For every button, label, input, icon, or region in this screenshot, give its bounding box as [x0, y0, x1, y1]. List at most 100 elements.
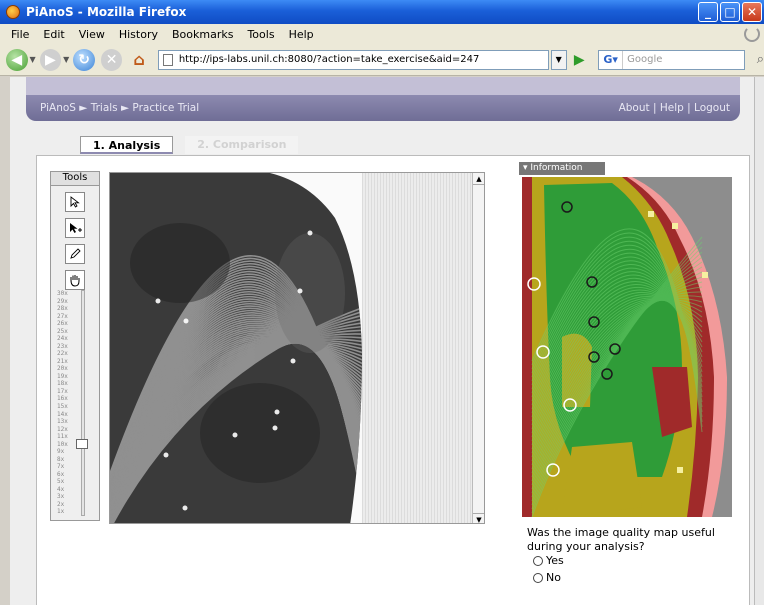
reload-button[interactable]: ↻ — [73, 48, 95, 71]
arrow-right-icon: ▶ — [45, 51, 56, 68]
menu-bookmarks[interactable]: Bookmarks — [165, 28, 240, 41]
zoom-level-label[interactable]: 2x — [57, 501, 64, 508]
zoom-level-label[interactable]: 5x — [57, 478, 64, 485]
zoom-level-label[interactable]: 30x — [57, 290, 68, 297]
radio-yes[interactable] — [533, 555, 543, 566]
zoom-level-label[interactable]: 18x — [57, 380, 68, 387]
scroll-up-icon[interactable]: ▲ — [473, 173, 484, 185]
zoom-level-label[interactable]: 26x — [57, 320, 68, 327]
option-yes[interactable]: Yes — [533, 554, 564, 567]
zoom-level-label[interactable]: 8x — [57, 456, 64, 463]
quality-map-question: Was the image quality map useful during … — [527, 526, 715, 553]
forward-history-dropdown[interactable]: ▼ — [63, 55, 69, 64]
zoom-level-label[interactable]: 19x — [57, 373, 68, 380]
hand-icon — [70, 275, 80, 287]
search-box[interactable]: G▾ Google — [598, 49, 745, 70]
breadcrumb: PiAnoS ► Trials ► Practice Trial — [40, 102, 199, 114]
breadcrumb-bar: PiAnoS ► Trials ► Practice Trial About |… — [26, 95, 740, 121]
zoom-level-label[interactable]: 11x — [57, 433, 68, 440]
zoom-level-label[interactable]: 16x — [57, 395, 68, 402]
zoom-level-label[interactable]: 27x — [57, 313, 68, 320]
home-button[interactable]: ⌂ — [128, 49, 150, 71]
radio-no[interactable] — [533, 572, 543, 583]
pencil-icon — [70, 248, 81, 259]
forward-button[interactable]: ▶ — [39, 48, 62, 71]
arrow-left-icon: ◀ — [11, 51, 23, 68]
page-scrollbar[interactable] — [754, 77, 764, 605]
option-yes-label: Yes — [546, 554, 564, 567]
home-icon: ⌂ — [133, 50, 145, 69]
zoom-level-label[interactable]: 17x — [57, 388, 68, 395]
information-tab-label: Information — [530, 163, 583, 173]
back-history-dropdown[interactable]: ▼ — [30, 55, 36, 64]
quality-map-image — [522, 177, 732, 517]
zoom-level-label[interactable]: 10x — [57, 441, 68, 448]
zoom-level-label[interactable]: 3x — [57, 493, 64, 500]
analysis-panel: Tools 30x 29x 28x 27x 26x 25x 24x 23x 22x 21x 20x 1… — [36, 155, 750, 605]
scroll-down-icon[interactable]: ▼ — [473, 513, 484, 523]
header-links: About | Help | Logout — [618, 102, 730, 114]
window-titlebar: PiAnoS - Mozilla Firefox _ □ ✕ — [0, 0, 764, 24]
menu-view[interactable]: View — [72, 28, 112, 41]
zoom-scale[interactable]: 30x 29x 28x 27x 26x 25x 24x 23x 22x 21x 20x 19x 18x 1… — [57, 290, 93, 516]
menu-help[interactable]: Help — [282, 28, 321, 41]
zoom-level-label[interactable]: 13x — [57, 418, 68, 425]
menu-bar: File Edit View History Bookmarks Tools H… — [0, 24, 764, 44]
tab-comparison[interactable]: 2. Comparison — [185, 136, 299, 154]
zoom-level-label[interactable]: 9x — [57, 448, 64, 455]
option-no[interactable]: No — [533, 571, 561, 584]
header-strip — [26, 77, 740, 97]
zoom-level-label[interactable]: 14x — [57, 411, 68, 418]
search-magnifier-icon[interactable]: ⌕ — [757, 52, 764, 67]
logout-link[interactable]: Logout — [694, 102, 730, 114]
viewer-scrollbar[interactable]: ▲ ▼ — [472, 173, 484, 523]
zoom-level-label[interactable]: 6x — [57, 471, 64, 478]
zoom-slider-thumb[interactable] — [76, 438, 88, 449]
zoom-level-label[interactable]: 4x — [57, 486, 64, 493]
menu-tools[interactable]: Tools — [240, 28, 281, 41]
throbber-icon — [744, 26, 760, 42]
maximize-button[interactable]: □ — [720, 2, 740, 22]
zoom-level-label[interactable]: 25x — [57, 328, 68, 335]
pencil-tool-button[interactable] — [65, 244, 85, 264]
zoom-level-label[interactable]: 28x — [57, 305, 68, 312]
zoom-level-label[interactable]: 29x — [57, 298, 68, 305]
about-link[interactable]: About — [619, 102, 650, 114]
menu-edit[interactable]: Edit — [36, 28, 71, 41]
zoom-level-label[interactable]: 15x — [57, 403, 68, 410]
information-tab[interactable]: ▾ Information — [519, 162, 605, 175]
pan-tool-button[interactable] — [65, 270, 85, 290]
zoom-track[interactable] — [81, 290, 85, 516]
zoom-level-label[interactable]: 20x — [57, 365, 68, 372]
breadcrumb-item-trials[interactable]: Trials — [91, 102, 118, 114]
google-engine-icon[interactable]: G▾ — [599, 50, 624, 69]
url-bar[interactable]: http://ips-labs.unil.ch:8080/?action=tak… — [157, 49, 549, 70]
minimize-button[interactable]: _ — [698, 2, 718, 22]
select-tool-button[interactable] — [65, 192, 85, 212]
add-minutia-tool-button[interactable] — [65, 218, 85, 238]
close-button[interactable]: ✕ — [742, 2, 762, 22]
page-icon — [162, 53, 173, 66]
tab-analysis[interactable]: 1. Analysis — [80, 136, 174, 154]
zoom-level-label[interactable]: 12x — [57, 426, 68, 433]
fingerprint-viewer[interactable]: ▲ ▼ — [109, 172, 485, 524]
help-link[interactable]: Help — [660, 102, 684, 114]
back-button[interactable]: ◀ — [6, 48, 28, 71]
menu-file[interactable]: File — [4, 28, 36, 41]
add-point-icon — [70, 223, 82, 233]
stop-button[interactable]: ✕ — [100, 48, 123, 71]
zoom-level-label[interactable]: 1x — [57, 508, 64, 515]
breadcrumb-item-pianos[interactable]: PiAnoS — [40, 102, 76, 114]
window-title: PiAnoS - Mozilla Firefox — [26, 5, 187, 19]
breadcrumb-item-practice-trial[interactable]: Practice Trial — [132, 102, 199, 114]
go-button[interactable]: ▶ — [571, 50, 589, 70]
quality-map — [522, 177, 732, 517]
menu-history[interactable]: History — [112, 28, 165, 41]
option-no-label: No — [546, 571, 561, 584]
zoom-level-label[interactable]: 24x — [57, 335, 68, 342]
zoom-level-label[interactable]: 23x — [57, 343, 68, 350]
zoom-level-label[interactable]: 22x — [57, 350, 68, 357]
zoom-level-label[interactable]: 21x — [57, 358, 68, 365]
url-dropdown-button[interactable]: ▼ — [550, 49, 567, 70]
zoom-level-label[interactable]: 7x — [57, 463, 64, 470]
